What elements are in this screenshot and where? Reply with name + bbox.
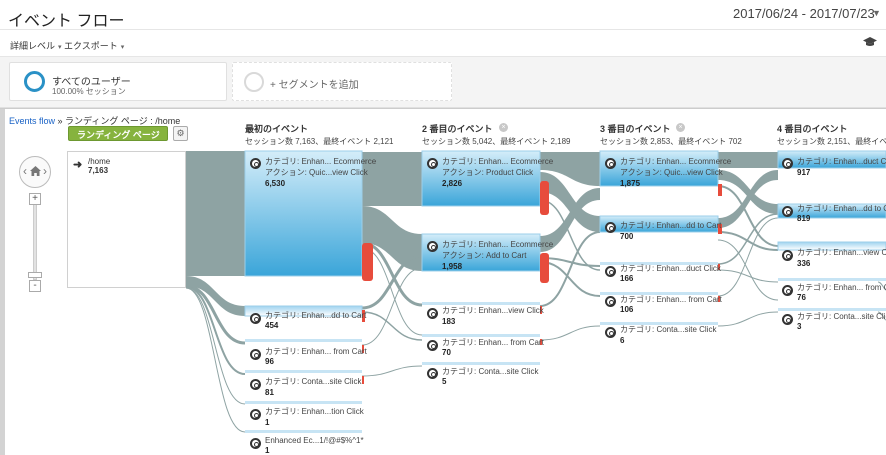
drop-off-indicator[interactable] (540, 253, 549, 283)
event-count: 96 (265, 357, 274, 366)
event-category: カテゴリ: Enhan...view Click (442, 306, 544, 315)
event-icon (605, 266, 616, 277)
event-category: カテゴリ: Conta...site Click (442, 367, 539, 376)
event-count: 1,875 (620, 179, 641, 188)
event-icon (427, 340, 438, 351)
landing-page-name: /home (88, 157, 111, 166)
event-category: カテゴリ: Enhan... Ecommerce (620, 157, 732, 166)
event-count: 183 (442, 317, 456, 326)
event-count: 106 (620, 305, 634, 314)
event-category: カテゴリ: Conta...site Click (797, 312, 886, 321)
event-icon (427, 368, 438, 379)
event-count: 700 (620, 232, 634, 241)
event-category: カテゴリ: Enhan... Ecommerce (265, 157, 377, 166)
event-count: 454 (265, 321, 279, 330)
event-count: 1,958 (442, 262, 463, 271)
event-action: アクション: Quic...view Click (265, 168, 368, 177)
landing-page-node[interactable] (67, 151, 186, 288)
event-count: 819 (797, 214, 811, 223)
event-count: 336 (797, 259, 811, 268)
event-icon (782, 206, 793, 217)
flow-band[interactable] (186, 151, 245, 276)
event-count: 81 (265, 388, 274, 397)
event-count: 1 (265, 418, 270, 427)
event-count: 2,826 (442, 179, 463, 188)
event-category: カテゴリ: Enhan...dd to Cart (265, 311, 367, 320)
event-count: 3 (797, 322, 802, 331)
node-bar (245, 370, 362, 373)
drop-off-indicator[interactable] (362, 243, 373, 281)
event-icon (427, 308, 438, 319)
event-category: カテゴリ: Enhan...dd to Cart (797, 204, 886, 213)
event-icon (250, 409, 261, 420)
event-icon (427, 158, 438, 169)
event-count: 76 (797, 293, 806, 302)
event-icon (782, 285, 793, 296)
event-icon (605, 327, 616, 338)
event-category: カテゴリ: Enhan...duct Click (620, 264, 721, 273)
node-bar (422, 362, 540, 365)
drop-off-indicator[interactable] (362, 376, 364, 384)
event-count: 6,530 (265, 179, 286, 188)
node-bar (245, 401, 362, 404)
event-count: 1 (265, 446, 270, 455)
flow-link (717, 231, 779, 251)
event-icon (427, 241, 438, 252)
event-category: カテゴリ: Enhan... Ecommerce (442, 157, 554, 166)
event-category: カテゴリ: Enhan... from Cart (797, 283, 886, 292)
node-bar (778, 278, 886, 281)
event-category: カテゴリ: Enhan...dd to Cart (620, 221, 722, 230)
flow-link (717, 217, 779, 297)
event-category: カテゴリ: Enhan... from Cart (442, 338, 544, 347)
event-action: アクション: Product Click (442, 168, 534, 177)
event-category: カテゴリ: Enhan...tion Click (265, 407, 364, 416)
event-icon (782, 314, 793, 325)
flow-link (361, 365, 423, 377)
event-count: 166 (620, 274, 634, 283)
event-icon (782, 158, 793, 169)
drop-off-indicator[interactable] (718, 184, 722, 196)
event-category: Enhanced Ec...1/!@#$%^1* (265, 436, 364, 445)
drop-off-indicator[interactable] (540, 181, 549, 215)
flow-link (717, 269, 779, 283)
node-bar (422, 334, 540, 337)
event-action: アクション: Quic...view Click (620, 168, 723, 177)
event-category: カテゴリ: Conta...site Click (265, 377, 362, 386)
event-category: カテゴリ: Enhan...duct Click (797, 157, 886, 166)
node-bar (245, 430, 362, 433)
flow-band[interactable] (186, 276, 245, 316)
event-action: アクション: Add to Cart (442, 251, 527, 260)
event-category: カテゴリ: Enhan... from Cart (620, 295, 722, 304)
arrow-right-icon: ➜ (73, 159, 83, 171)
event-category: カテゴリ: Enhan... Ecommerce (442, 240, 554, 249)
event-category: カテゴリ: Enhan... from Cart (265, 347, 367, 356)
event-icon (605, 158, 616, 169)
node-bar (422, 302, 540, 305)
event-count: 5 (442, 377, 447, 386)
event-icon (605, 296, 616, 307)
event-count: 917 (797, 168, 811, 177)
event-icon (605, 222, 616, 233)
event-count: 70 (442, 348, 451, 357)
event-icon (782, 250, 793, 261)
flow-link (717, 311, 779, 327)
flow-link (361, 311, 423, 341)
event-icon (250, 379, 261, 390)
node-bar (245, 339, 362, 342)
event-icon (250, 313, 261, 324)
event-category: カテゴリ: Enhan...view Click (797, 248, 886, 257)
flow-link (539, 325, 601, 341)
landing-page-count: 7,163 (88, 166, 109, 175)
event-icon (250, 438, 261, 449)
event-icon (250, 158, 261, 169)
node-bar (778, 308, 886, 311)
event-icon (250, 349, 261, 360)
event-category: カテゴリ: Conta...site Click (620, 325, 717, 334)
event-count: 6 (620, 336, 625, 345)
